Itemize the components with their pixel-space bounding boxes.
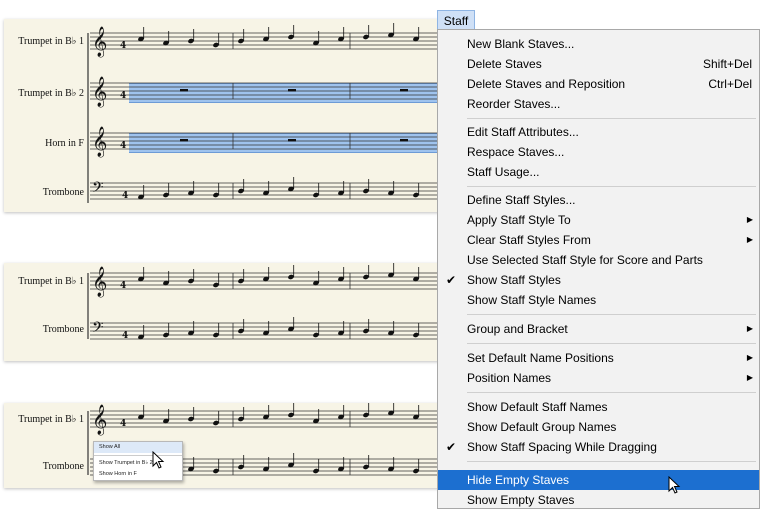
bass-clef-icon: 𝄢 (92, 319, 104, 340)
time-signature: 4 (122, 331, 128, 341)
menu-separator (467, 392, 756, 393)
menu-item-edit-staff-attributes[interactable]: Edit Staff Attributes... (438, 122, 759, 142)
submenu-arrow-icon: ▶ (746, 215, 753, 224)
menu-staff-title[interactable]: Staff (437, 10, 475, 30)
menu-item-show-staff-style-names[interactable]: Show Staff Style Names (438, 290, 759, 310)
show-staves-context-menu: Show All Show Trumpet in B♭ 2 Show Horn … (93, 441, 183, 481)
whole-rest (180, 89, 188, 92)
bass-clef-icon: 𝄢 (92, 179, 104, 200)
time-signature: 4 (120, 41, 126, 51)
menu-separator (467, 314, 756, 315)
menu-separator (467, 461, 756, 462)
whole-rest (180, 139, 188, 142)
menu-item-delete-staves-reposition[interactable]: Delete Staves and Reposition Ctrl+Del (438, 74, 759, 94)
time-signature: 4 (120, 419, 126, 429)
staff-menu-dropdown: New Blank Staves... Delete Staves Shift+D… (437, 29, 760, 509)
menu-item-group-and-bracket[interactable]: Group and Bracket ▶ (438, 319, 759, 339)
ctx-show-all[interactable]: Show All (94, 442, 182, 453)
menu-item-show-default-group-names[interactable]: Show Default Group Names (438, 417, 759, 437)
menu-item-clear-staff-styles[interactable]: Clear Staff Styles From ▶ (438, 230, 759, 250)
treble-clef-icon: 𝄞 (92, 26, 107, 58)
ctx-show-trumpet-2[interactable]: Show Trumpet in B♭ 2 (94, 458, 182, 469)
mouse-cursor-icon (152, 451, 165, 469)
score-panel-hidden-staves[interactable]: Trumpet in B♭ 1 Trombone 𝄞 4 𝄢 4 (4, 263, 444, 361)
menu-item-show-staff-spacing-dragging[interactable]: ✔ Show Staff Spacing While Dragging (438, 437, 759, 457)
mouse-cursor-icon (668, 476, 681, 494)
time-signature: 4 (120, 281, 126, 291)
menu-item-respace-staves[interactable]: Respace Staves... (438, 142, 759, 162)
menu-item-show-staff-styles[interactable]: ✔ Show Staff Styles (438, 270, 759, 290)
submenu-arrow-icon: ▶ (746, 373, 753, 382)
time-signature: 4 (120, 141, 126, 151)
menu-item-show-empty-staves[interactable]: Show Empty Staves (438, 490, 759, 510)
treble-clef-icon: 𝄞 (92, 404, 107, 436)
treble-clef-icon: 𝄞 (92, 126, 107, 158)
submenu-arrow-icon: ▶ (746, 235, 753, 244)
menu-item-apply-staff-style[interactable]: Apply Staff Style To ▶ (438, 210, 759, 230)
menu-item-show-default-staff-names[interactable]: Show Default Staff Names (438, 397, 759, 417)
score-notation: 𝄞 4 𝄢 4 (87, 263, 444, 341)
menu-item-staff-usage[interactable]: Staff Usage... (438, 162, 759, 182)
score-notation: 𝄞4𝄢4 (87, 403, 444, 477)
menu-separator (467, 118, 756, 119)
menu-item-position-names[interactable]: Position Names ▶ (438, 368, 759, 388)
submenu-arrow-icon: ▶ (746, 324, 753, 333)
score-panel-full[interactable]: Trumpet in B♭ 1 Trumpet in B♭ 2 Horn in … (4, 19, 444, 212)
menu-item-delete-staves[interactable]: Delete Staves Shift+Del (438, 54, 759, 74)
checkmark-icon: ✔ (446, 440, 457, 454)
whole-rest (288, 89, 296, 92)
whole-rest (400, 139, 408, 142)
whole-rest (400, 89, 408, 92)
whole-rest (288, 139, 296, 142)
menu-separator (467, 186, 756, 187)
treble-clef-icon: 𝄞 (92, 76, 107, 108)
checkmark-icon: ✔ (446, 273, 457, 287)
menu-item-new-blank-staves[interactable]: New Blank Staves... (438, 34, 759, 54)
menu-item-reorder-staves[interactable]: Reorder Staves... (438, 94, 759, 114)
time-signature: 4 (122, 191, 128, 201)
time-signature: 4 (120, 91, 126, 101)
score-panel-context[interactable]: Trumpet in B♭ 1 Trombone 𝄞4𝄢4 (4, 403, 444, 488)
score-notation: 𝄞 4 𝄞 4 𝄞 4 𝄢 4 (87, 23, 444, 203)
menu-item-use-selected-staff-style[interactable]: Use Selected Staff Style for Score and P… (438, 250, 759, 270)
treble-clef-icon: 𝄞 (92, 266, 107, 298)
menu-item-define-staff-styles[interactable]: Define Staff Styles... (438, 190, 759, 210)
menu-separator (467, 343, 756, 344)
submenu-arrow-icon: ▶ (746, 353, 753, 362)
ctx-separator (94, 455, 182, 456)
menu-item-hide-empty-staves[interactable]: Hide Empty Staves (438, 470, 759, 490)
ctx-show-horn[interactable]: Show Horn in F (94, 469, 182, 480)
menu-item-set-default-name-positions[interactable]: Set Default Name Positions ▶ (438, 348, 759, 368)
